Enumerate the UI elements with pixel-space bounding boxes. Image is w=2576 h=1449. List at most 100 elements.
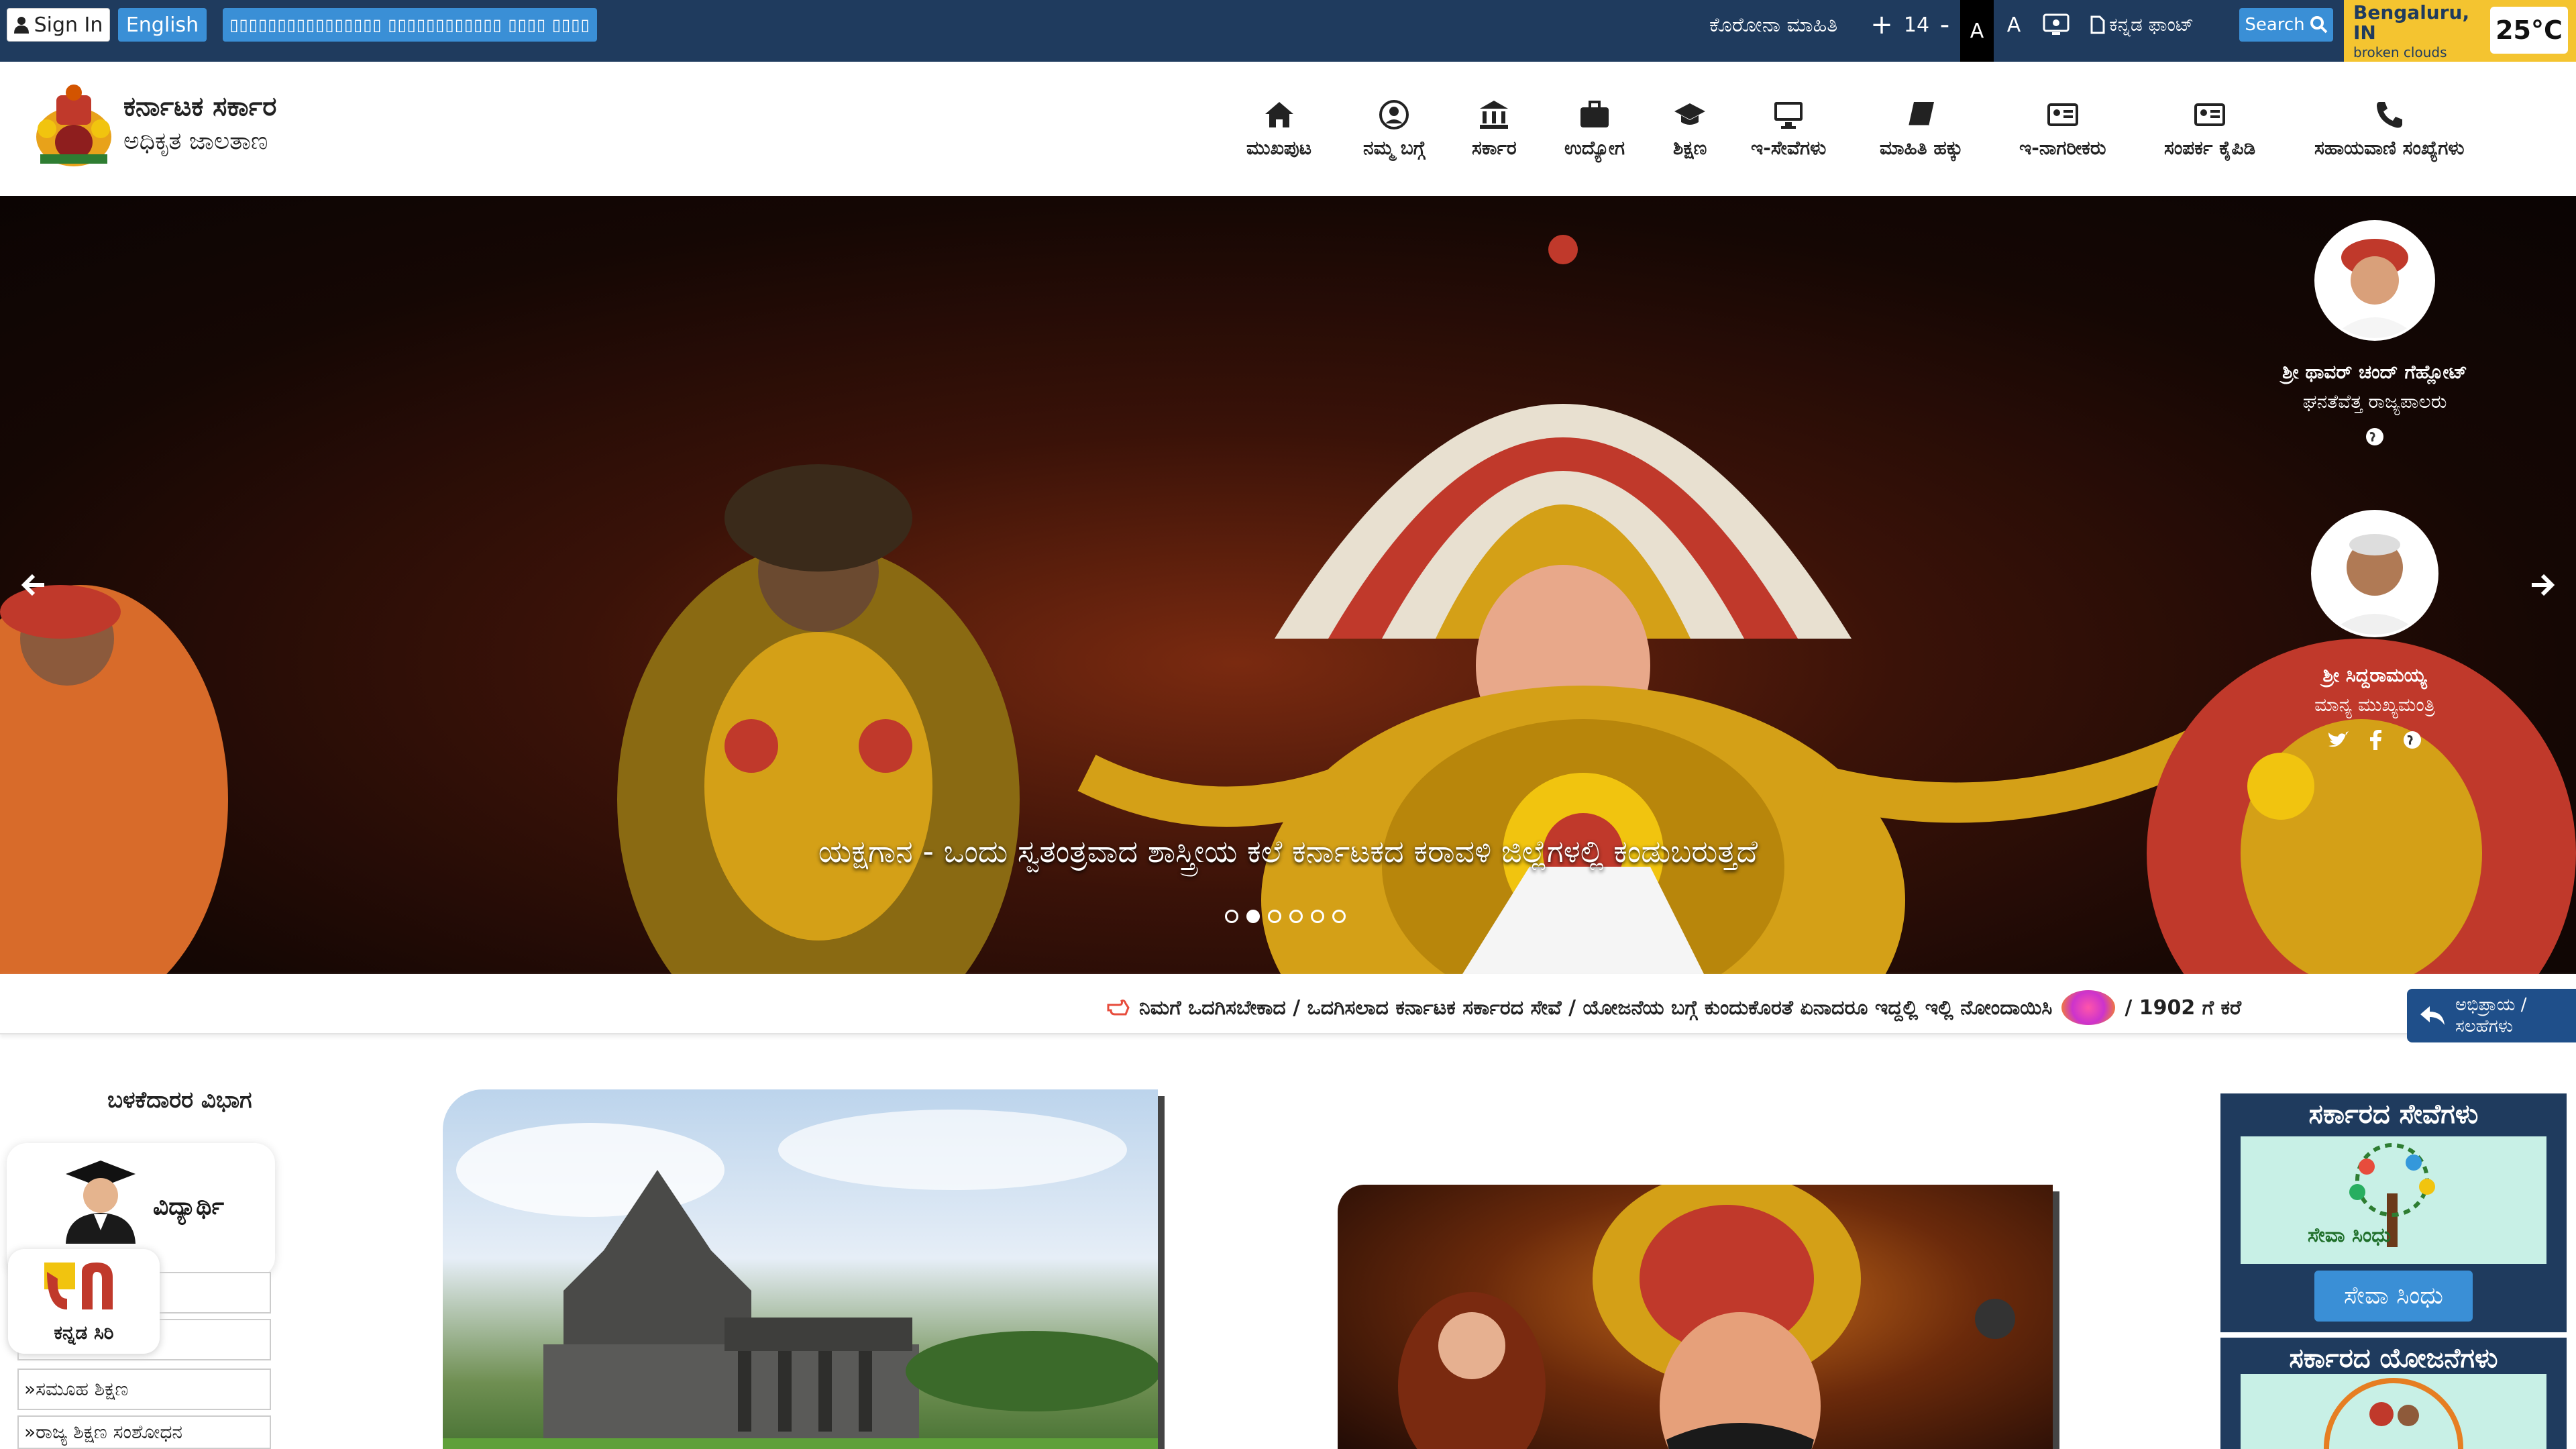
id-card-icon — [2047, 103, 2078, 126]
grievance-text: ನಿಮಗೆ ಒದಗಿಸಬೇಕಾದ / ಒದಗಿಸಲಾದ ಕರ್ನಾಟಕ ಸರ್ಕ… — [1139, 996, 2053, 1020]
kannada-font-link[interactable]: ಕನ್ನಡ ಫಾಂಟ್ — [2090, 8, 2224, 42]
karnataka-emblem-logo[interactable] — [27, 82, 121, 169]
carousel-dot-active[interactable] — [1246, 910, 1260, 923]
graduate-avatar-icon — [66, 1161, 136, 1244]
briefcase-icon — [1580, 101, 1609, 127]
seva-sindhu-banner[interactable]: ಸೇವಾ ಸಿಂಧು — [2241, 1136, 2546, 1264]
chief-minister-photo[interactable] — [2311, 510, 2438, 637]
bank-icon — [1480, 101, 1509, 129]
phone-icon — [2376, 102, 2402, 128]
sign-in-button[interactable]: Sign In — [7, 8, 110, 42]
schemes-banner[interactable] — [2241, 1374, 2546, 1449]
user-circle-icon — [1379, 100, 1409, 129]
facebook-icon[interactable] — [2369, 730, 2382, 750]
yakshagana-photo-card[interactable] — [1338, 1185, 2053, 1449]
document-icon — [2090, 15, 2105, 34]
carousel-dot[interactable] — [1225, 910, 1238, 923]
kannada-siri-logo — [44, 1263, 113, 1309]
globe-icon[interactable] — [2365, 427, 2385, 447]
carousel-dot[interactable] — [1311, 910, 1324, 923]
kannada-siri-widget[interactable]: ಕನ್ನಡ ಸಿರಿ — [8, 1249, 160, 1354]
chief-minister-title: ಮಾನ್ಯ ಮುಖ್ಯಮಂತ್ರಿ — [2314, 694, 2435, 716]
carousel-dot[interactable] — [1332, 910, 1346, 923]
nav-e-citizen[interactable]: ಇ-ನಾಗರೀಕರು — [2019, 99, 2106, 166]
language-toggle-button[interactable]: English — [118, 8, 207, 42]
kannada-font-label: ಕನ್ನಡ ಫಾಂಟ್ — [2109, 13, 2194, 36]
ticker-button[interactable]: ▯▯▯▯▯▯▯▯▯▯▯▯▯▯▯▯ ▯▯▯▯▯▯▯▯▯▯▯▯ ▯▯▯▯ ▯▯▯▯ — [223, 8, 597, 42]
nav-jobs[interactable]: ಉದ್ಯೋಗ — [1564, 99, 1625, 166]
temple-photo-card[interactable] — [443, 1089, 1158, 1449]
site-title[interactable]: ಕರ್ನಾಟಕ ಸರ್ಕಾರ — [123, 91, 276, 122]
nav-label: ಸರ್ಕಾರ — [1472, 137, 1517, 159]
services-title: ಸರ್ಕಾರದ ಸೇವೆಗಳು — [2308, 1099, 2479, 1130]
governor-name: ಶ್ರೀ ಥಾವರ್ ಚಂದ್ ಗೆಹ್ಲೋಟ್ — [2282, 361, 2467, 383]
stakeholder-link[interactable]: »ರಾಜ್ಯ ಶಿಕ್ಷಣ ಸಂಶೋಧನ — [17, 1415, 271, 1449]
reply-icon — [2420, 1006, 2445, 1025]
stakeholder-link[interactable]: »ಸಮೂಹ ಶಿಕ್ಷಣ — [17, 1368, 271, 1410]
carousel-next-arrow[interactable] — [2522, 565, 2563, 605]
nav-label: ಶಿಕ್ಷಣ — [1673, 137, 1707, 159]
stakeholders-heading: ಬಳಕೆದಾರರ ವಿಭಾಗ — [107, 1087, 252, 1114]
nav-e-services[interactable]: ಇ-ಸೇವೆಗಳು — [1751, 99, 1826, 166]
nav-education[interactable]: ಶಿಕ್ಷಣ — [1673, 99, 1707, 166]
government-services-panel: ಸರ್ಕಾರದ ಸೇವೆಗಳು ಸೇವಾ ಸಿಂಧು ಸೇವಾ ಸಿಂಧು — [2220, 1093, 2567, 1332]
nav-right-to-information[interactable]: ಮಾಹಿತಿ ಹಕ್ಕು — [1880, 99, 1963, 166]
contrast-dark-button[interactable]: A — [1960, 0, 1994, 62]
seva-sindhu-image-text: ಸೇವಾ ಸಿಂಧು — [2308, 1224, 2392, 1247]
yakshagana-card-image — [1398, 1185, 2015, 1449]
nav-home[interactable]: ಮುಖಪುಟ — [1246, 99, 1311, 166]
nav-government[interactable]: ಸರ್ಕಾರ — [1472, 99, 1517, 166]
grievance-portal-logo — [2061, 990, 2116, 1025]
font-decrease-button[interactable]: - — [1936, 8, 1953, 42]
search-icon — [2310, 16, 2328, 34]
nav-label: ಮಾಹಿತಿ ಹಕ್ಕು — [1880, 137, 1963, 159]
government-schemes-panel: ಸರ್ಕಾರದ ಯೋಜನೆಗಳು — [2220, 1338, 2567, 1449]
governor-card: ಶ್ರೀ ಥಾವರ್ ಚಂದ್ ಗೆಹ್ಲೋಟ್ ಘನತೆವೆತ್ತ ರಾಜ್ಯ… — [2254, 220, 2496, 447]
home-icon — [1265, 102, 1293, 127]
screen-reader-icon[interactable] — [2039, 8, 2073, 42]
nav-label: ಮುಖಪುಟ — [1246, 137, 1311, 159]
font-increase-button[interactable]: + — [1870, 8, 1893, 42]
site-header: ಕರ್ನಾಟಕ ಸರ್ಕಾರ ಅಧಿಕೃತ ಜಾಲತಾಣ ಮುಖಪುಟ ನಮ್ಮ… — [0, 62, 2576, 196]
book-icon — [1908, 102, 1934, 127]
nav-label: ಇ-ಸೇವೆಗಳು — [1751, 137, 1827, 159]
corona-info-link[interactable]: ಕೊರೋನಾ ಮಾಹಿತಿ — [1709, 8, 1864, 42]
carousel-dot[interactable] — [1268, 910, 1281, 923]
grievance-link[interactable]: ನಿಮಗೆ ಒದಗಿಸಬೇಕಾದ / ಒದಗಿಸಲಾದ ಕರ್ನಾಟಕ ಸರ್ಕ… — [1107, 990, 2241, 1025]
carousel-indicators — [1225, 910, 1346, 923]
grievance-marquee: ನಿಮಗೆ ಒದಗಿಸಬೇಕಾದ / ಒದಗಿಸಲಾದ ಕರ್ನಾಟಕ ಸರ್ಕ… — [0, 974, 2576, 1034]
nav-label: ನಮ್ಮ ಬಗ್ಗೆ — [1363, 137, 1426, 159]
twitter-icon[interactable] — [2327, 730, 2349, 750]
nav-about-us[interactable]: ನಮ್ಮ ಬಗ್ಗೆ — [1363, 99, 1426, 166]
arrow-right-icon — [2532, 574, 2555, 596]
top-utility-bar: Sign In English ▯▯▯▯▯▯▯▯▯▯▯▯▯▯▯▯ ▯▯▯▯▯▯▯… — [0, 0, 2576, 62]
weather-city: Bengaluru, IN — [2353, 1, 2470, 44]
nav-label: ಸಹಾಯವಾಣಿ ಸಂಖ್ಯೆಗಳು — [2314, 137, 2465, 159]
globe-icon[interactable] — [2402, 730, 2422, 750]
nav-helpline-numbers[interactable]: ಸಹಾಯವಾಣಿ ಸಂಖ್ಯೆಗಳು — [2314, 99, 2464, 166]
weather-temperature: 25°C — [2490, 7, 2568, 54]
carousel-prev-arrow[interactable] — [13, 565, 54, 605]
search-label: Search — [2245, 15, 2305, 35]
temple-image — [443, 1110, 1158, 1449]
governor-photo[interactable] — [2314, 220, 2435, 341]
kannada-siri-label: ಕನ್ನಡ ಸಿರಿ — [54, 1322, 114, 1344]
contrast-light-button[interactable]: A — [2000, 8, 2027, 42]
nav-label: ಸಂಪರ್ಕ ಕೈಪಿಡಿ — [2164, 137, 2256, 159]
chief-minister-name: ಶ್ರೀ ಸಿದ್ದರಾಮಯ್ಯ — [2322, 664, 2427, 686]
search-button[interactable]: Search — [2239, 8, 2333, 42]
seva-sindhu-button[interactable]: ಸೇವಾ ಸಿಂಧು — [2314, 1271, 2473, 1322]
nav-label: ಉದ್ಯೋಗ — [1564, 137, 1625, 159]
sign-in-label: Sign In — [34, 13, 103, 37]
site-subtitle: ಅಧಿಕೃತ ಜಾಲತಾಣ — [123, 127, 268, 155]
helpline-text: / 1902 ಗೆ ಕರೆ — [2125, 996, 2242, 1020]
feedback-tab[interactable]: ಅಭಿಪ್ರಾಯ / ಸಲಹೆಗಳು — [2407, 989, 2576, 1042]
address-card-icon — [2194, 103, 2226, 126]
weather-description: broken clouds — [2353, 44, 2447, 60]
carousel-dot[interactable] — [1289, 910, 1303, 923]
weather-widget: Bengaluru, IN broken clouds 25°C — [2344, 0, 2576, 62]
graduation-cap-icon — [1674, 103, 1706, 125]
nav-contact-directory[interactable]: ಸಂಪರ್ಕ ಕೈಪಿಡಿ — [2164, 99, 2255, 166]
chief-minister-card: ಶ್ರೀ ಸಿದ್ದರಾಮಯ್ಯ ಮಾನ್ಯ ಮುಖ್ಯಮಂತ್ರಿ — [2254, 510, 2496, 750]
feedback-label: ಅಭಿಪ್ರಾಯ / ಸಲಹೆಗಳು — [2455, 995, 2527, 1036]
